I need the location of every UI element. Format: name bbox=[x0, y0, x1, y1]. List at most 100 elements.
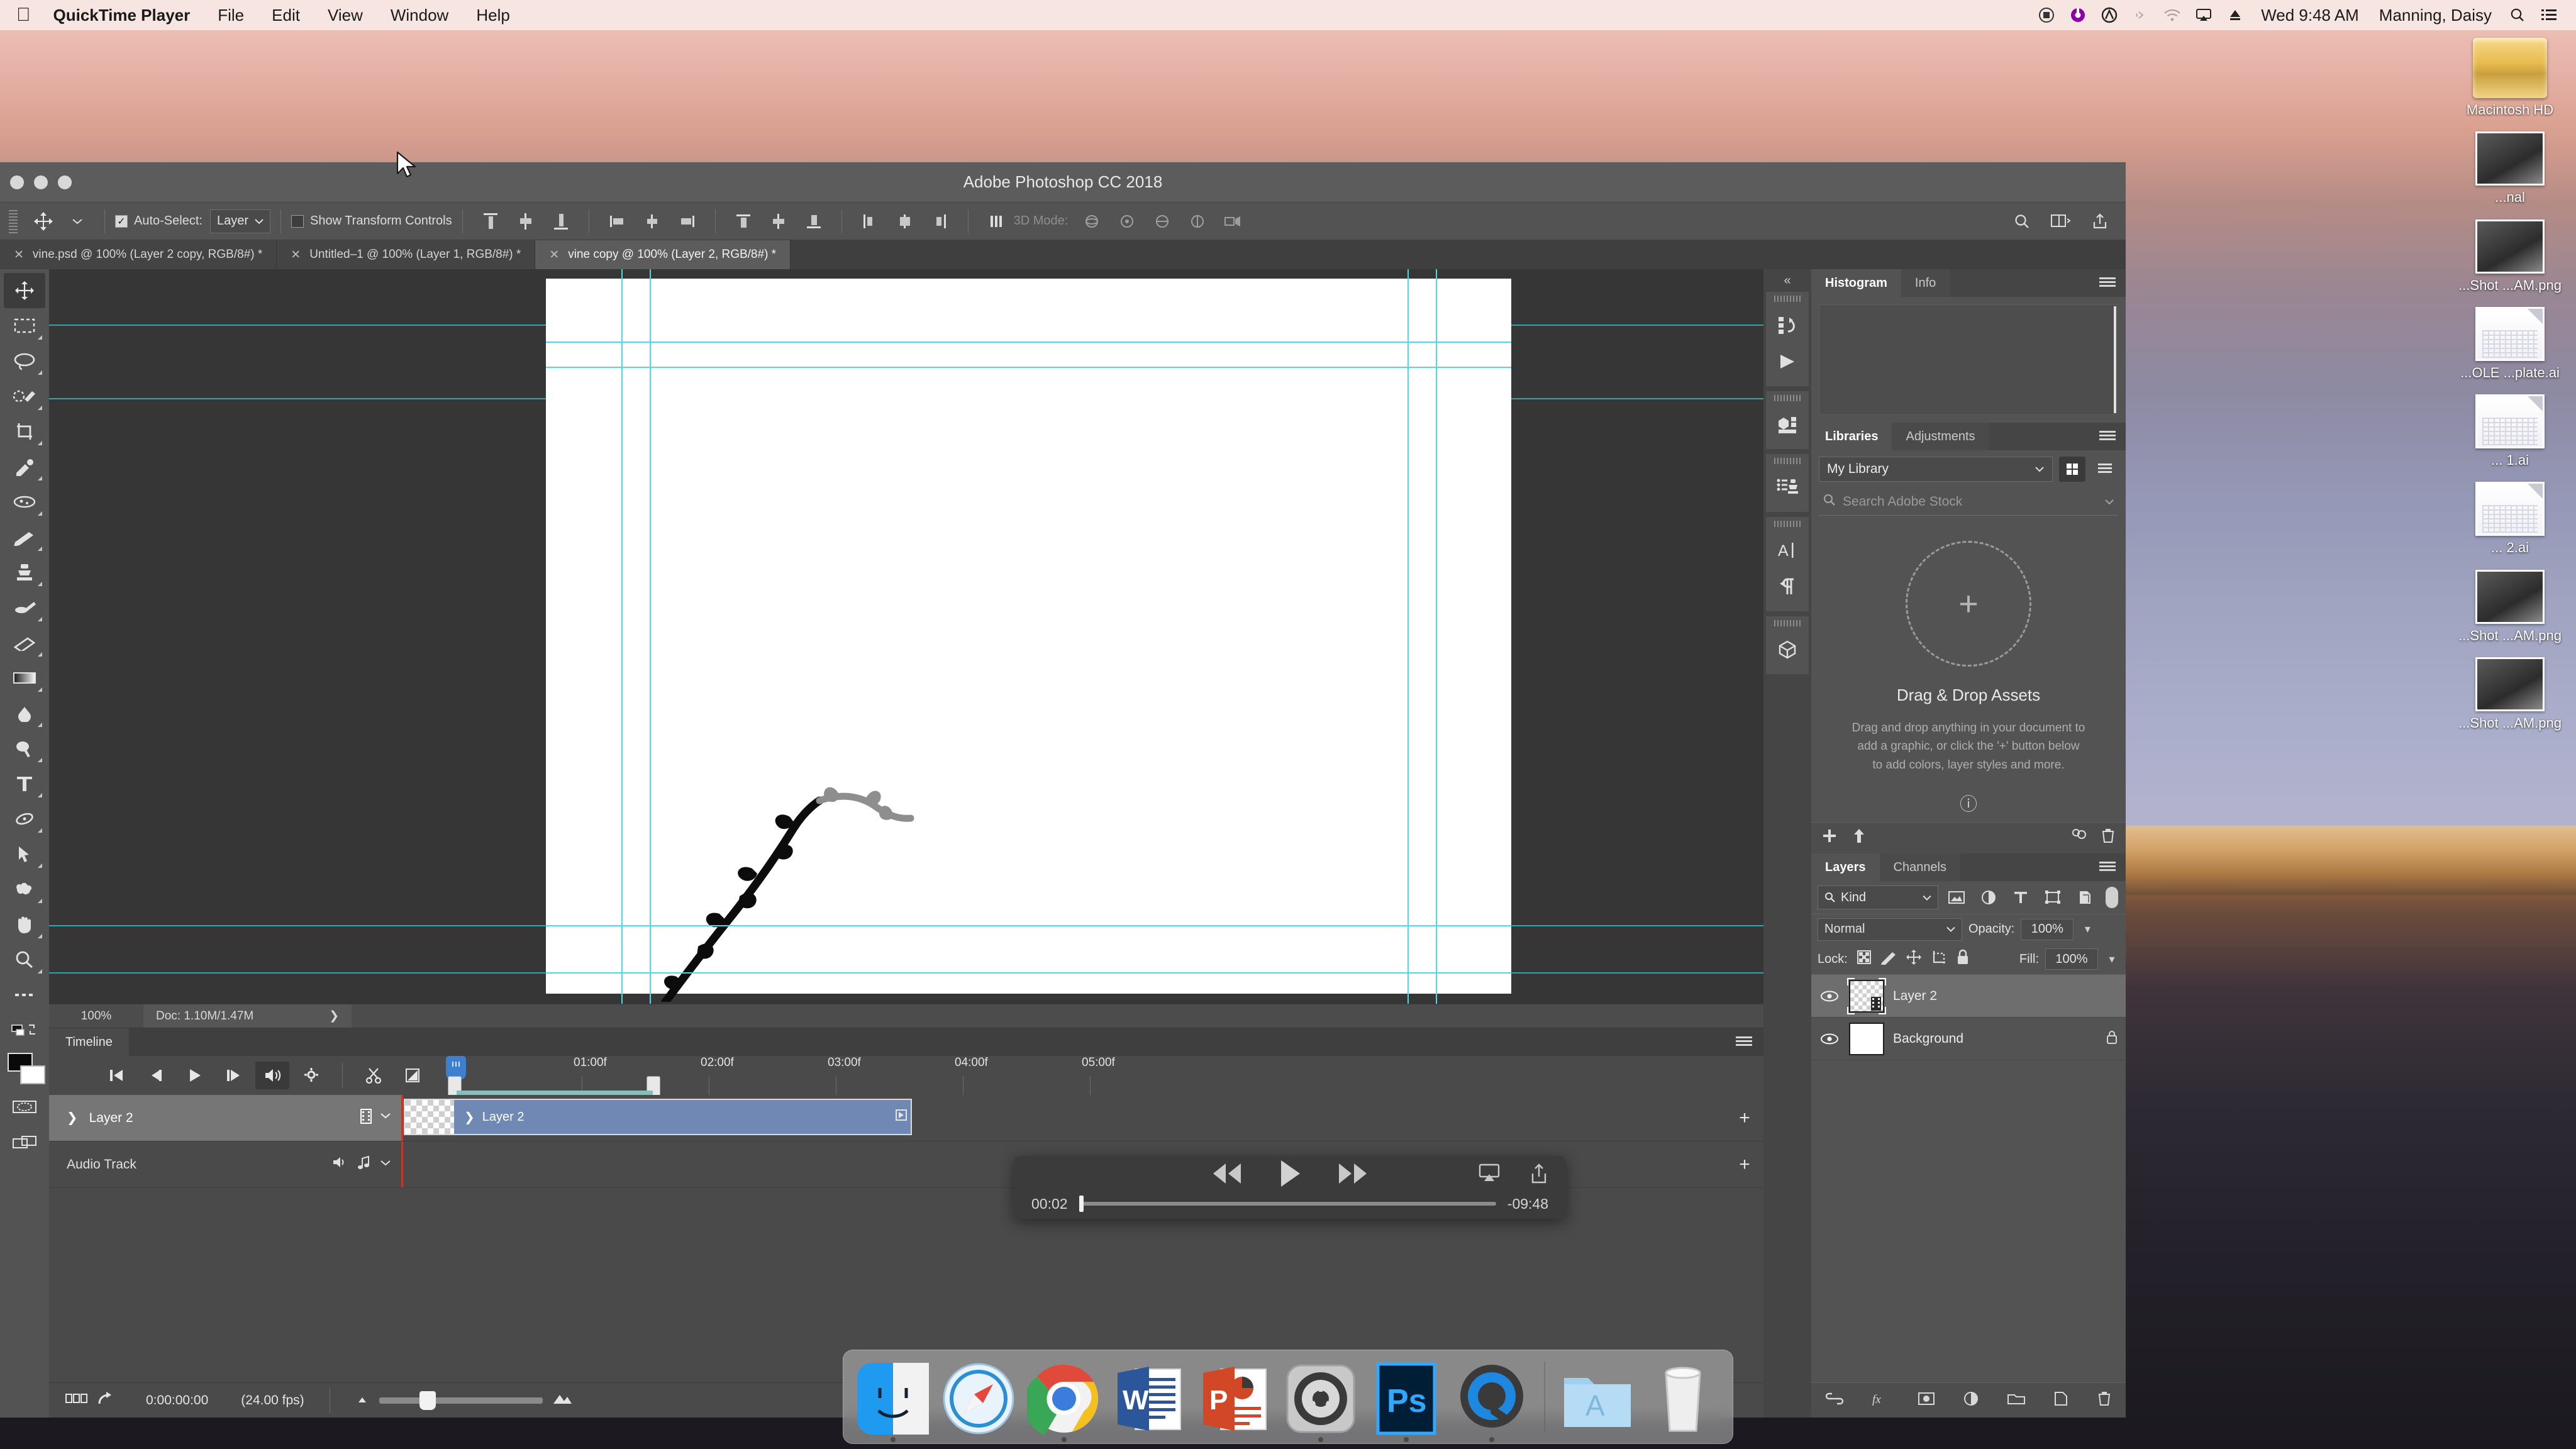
play-icon[interactable] bbox=[1277, 1159, 1302, 1191]
bluetooth-icon[interactable] bbox=[2125, 0, 2157, 30]
document-tab-untitled-1[interactable]: ✕ Untitled–1 @ 100% (Layer 1, RGB/8#) * bbox=[277, 240, 536, 269]
fill-stepper-chevron-icon[interactable]: ▾ bbox=[2104, 953, 2119, 966]
music-note-icon[interactable] bbox=[357, 1155, 371, 1174]
guide-vertical-pasteboard[interactable] bbox=[1436, 269, 1437, 1004]
dock-item-trash[interactable] bbox=[1646, 1362, 1720, 1436]
distribute-left-icon[interactable] bbox=[852, 208, 887, 235]
menu-item-file[interactable]: File bbox=[204, 0, 258, 30]
dock-item-finder[interactable] bbox=[856, 1362, 930, 1442]
hand-tool-icon[interactable] bbox=[4, 907, 45, 942]
move-tool-icon[interactable] bbox=[4, 273, 45, 308]
tab-histogram[interactable]: Histogram bbox=[1811, 269, 1901, 297]
layer-name[interactable]: Background bbox=[1893, 1031, 1963, 1046]
distribute-top-icon[interactable] bbox=[726, 208, 761, 235]
new-group-icon[interactable] bbox=[2007, 1392, 2026, 1409]
clip-end-handle[interactable] bbox=[896, 1109, 907, 1124]
show-transform-controls-group[interactable]: Show Transform Controls bbox=[291, 214, 452, 228]
desktop-icon-macintosh-hd[interactable]: Macintosh HD bbox=[2444, 38, 2576, 118]
quicktime-playhead-knob[interactable] bbox=[1079, 1196, 1084, 1212]
add-plus-icon[interactable] bbox=[1821, 828, 1838, 848]
dock-item-applications-folder[interactable]: A bbox=[1560, 1362, 1635, 1436]
actions-play-icon[interactable] bbox=[1766, 343, 1809, 380]
zoom-level[interactable]: 100% bbox=[49, 1009, 143, 1023]
settings-gear-icon[interactable] bbox=[294, 1062, 328, 1089]
desktop-icon-file-5[interactable]: ... 2.ai bbox=[2444, 482, 2576, 555]
timeline-track-layer-2[interactable]: ❯ Layer 2 ❯ Layer 2 + bbox=[49, 1095, 1763, 1141]
menu-app-name[interactable]: QuickTime Player bbox=[40, 0, 204, 30]
maximize-window-button[interactable] bbox=[58, 175, 72, 189]
add-asset-dropzone[interactable]: + bbox=[1906, 541, 2031, 667]
layer-visibility-eye-icon[interactable] bbox=[1819, 990, 1840, 1002]
menu-item-edit[interactable]: Edit bbox=[258, 0, 314, 30]
collaborate-icon[interactable] bbox=[2070, 828, 2088, 848]
history-icon[interactable] bbox=[1766, 307, 1809, 343]
share-icon[interactable] bbox=[2083, 208, 2117, 235]
eject-icon[interactable] bbox=[2219, 0, 2251, 30]
styles-stamp-icon[interactable] bbox=[1766, 469, 1809, 506]
airplay-icon[interactable] bbox=[2188, 0, 2219, 30]
spot-healing-brush-icon[interactable] bbox=[4, 484, 45, 519]
tab-channels[interactable]: Channels bbox=[1879, 853, 1961, 882]
quick-selection-icon[interactable] bbox=[4, 379, 45, 414]
show-transform-controls-checkbox[interactable] bbox=[291, 214, 304, 228]
panel-menu-icon[interactable] bbox=[1736, 1036, 1752, 1048]
guide-horizontal[interactable] bbox=[546, 925, 1511, 926]
tab-libraries[interactable]: Libraries bbox=[1811, 423, 1892, 450]
eyedropper-icon[interactable] bbox=[4, 449, 45, 484]
collapse-panels-icon[interactable]: « bbox=[1763, 269, 1811, 292]
distribute-bottom-icon[interactable] bbox=[796, 208, 831, 235]
tab-layers[interactable]: Layers bbox=[1811, 853, 1880, 882]
filter-pixel-icon[interactable] bbox=[1943, 886, 1970, 909]
desktop-icon-file-7[interactable]: ...Shot ...AM.png bbox=[2444, 657, 2576, 731]
filmstrip-icon[interactable] bbox=[358, 1108, 374, 1128]
chevron-down-icon[interactable] bbox=[380, 1155, 391, 1174]
layer-visibility-eye-icon[interactable] bbox=[1819, 1033, 1840, 1045]
search-icon[interactable] bbox=[2502, 0, 2533, 30]
add-track-plus-icon[interactable]: + bbox=[1726, 1095, 1763, 1141]
filter-adjustment-icon[interactable] bbox=[1975, 886, 2002, 909]
tab-info[interactable]: Info bbox=[1901, 269, 1950, 297]
minimize-window-button[interactable] bbox=[34, 175, 48, 189]
properties-icon[interactable] bbox=[1766, 406, 1809, 443]
lock-artboard-icon[interactable] bbox=[1931, 949, 1947, 969]
rail-grip[interactable] bbox=[1774, 521, 1801, 527]
close-icon[interactable]: ✕ bbox=[549, 248, 559, 262]
timeline-ruler[interactable]: 01:00f 02:00f 03:00f 04:00f 05:00f bbox=[446, 1056, 1763, 1113]
filter-shape-icon[interactable] bbox=[2040, 886, 2067, 909]
lock-transparent-pixels-icon[interactable] bbox=[1857, 950, 1872, 969]
slide-3d-icon[interactable] bbox=[1180, 208, 1215, 235]
filter-type-icon[interactable] bbox=[2007, 886, 2035, 909]
wifi-icon[interactable] bbox=[2157, 0, 2188, 30]
move-tool-icon[interactable] bbox=[26, 208, 60, 235]
onion-skin-icon[interactable] bbox=[65, 1393, 88, 1408]
clip-expand-chevron-icon[interactable]: ❯ bbox=[464, 1109, 475, 1125]
align-vertical-centers-icon[interactable] bbox=[508, 208, 543, 235]
link-layers-icon[interactable] bbox=[1825, 1392, 1844, 1409]
desktop-icon-file-2[interactable]: ...Shot ...AM.png bbox=[2444, 219, 2576, 293]
auto-select-checkbox-group[interactable]: ✓ Auto-Select: bbox=[115, 214, 203, 228]
split-at-playhead-icon[interactable] bbox=[357, 1062, 391, 1089]
previous-frame-icon[interactable] bbox=[138, 1062, 172, 1089]
crop-tool-icon[interactable] bbox=[4, 414, 45, 449]
grid-view-icon[interactable] bbox=[2059, 457, 2085, 482]
airplay-icon[interactable] bbox=[1478, 1163, 1501, 1187]
apple-logo-icon[interactable]:  bbox=[14, 0, 40, 30]
default-colors-icon[interactable] bbox=[4, 1013, 45, 1048]
path-selection-icon[interactable] bbox=[4, 836, 45, 872]
guide-vertical-pasteboard[interactable] bbox=[621, 269, 623, 1004]
edit-toolbar-icon[interactable] bbox=[4, 977, 45, 1013]
track-name-cell[interactable]: Audio Track bbox=[49, 1141, 401, 1187]
adjustment-layer-icon[interactable] bbox=[1963, 1391, 1979, 1411]
fast-forward-icon[interactable] bbox=[1335, 1161, 1370, 1189]
close-window-button[interactable] bbox=[10, 175, 24, 189]
rectangular-marquee-icon[interactable] bbox=[4, 308, 45, 343]
menu-item-view[interactable]: View bbox=[314, 0, 377, 30]
lock-position-icon[interactable] bbox=[1906, 949, 1922, 969]
search-icon[interactable] bbox=[2005, 208, 2039, 235]
align-bottom-edges-icon[interactable] bbox=[543, 208, 579, 235]
photoshop-titlebar[interactable]: Adobe Photoshop CC 2018 bbox=[0, 162, 2126, 203]
close-icon[interactable]: ✕ bbox=[14, 248, 24, 262]
timeline-clip[interactable]: ❯ Layer 2 bbox=[404, 1099, 912, 1135]
layer-filter-kind-dropdown[interactable]: Kind bbox=[1818, 886, 1938, 910]
help-circle-icon[interactable]: ⓘ bbox=[1838, 791, 2099, 816]
